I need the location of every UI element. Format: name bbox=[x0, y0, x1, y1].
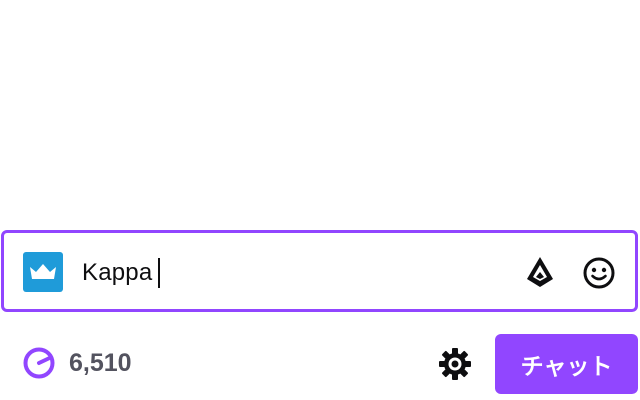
bits-gem-icon[interactable] bbox=[523, 255, 557, 289]
smiley-face-icon-graphic bbox=[583, 257, 615, 289]
channel-points-balance[interactable]: 6,510 bbox=[22, 344, 132, 382]
gear-icon-graphic bbox=[439, 348, 471, 380]
channel-points-icon bbox=[22, 346, 56, 380]
chat-area: Kappa 6,510 チャット bbox=[0, 0, 640, 400]
bits-gem-icon-graphic bbox=[527, 257, 553, 287]
gear-icon[interactable] bbox=[437, 346, 473, 382]
crown-icon[interactable] bbox=[23, 252, 63, 292]
points-value: 6,510 bbox=[69, 348, 132, 377]
send-chat-button[interactable]: チャット bbox=[495, 334, 638, 394]
channel-points-icon-graphic bbox=[23, 347, 55, 379]
crown-icon-graphic bbox=[30, 264, 56, 279]
text-caret bbox=[158, 258, 161, 288]
chat-input[interactable]: Kappa bbox=[1, 230, 638, 312]
chat-input-field[interactable]: Kappa bbox=[82, 258, 161, 288]
smiley-face-icon[interactable] bbox=[581, 255, 617, 291]
chat-input-value: Kappa bbox=[82, 259, 153, 286]
